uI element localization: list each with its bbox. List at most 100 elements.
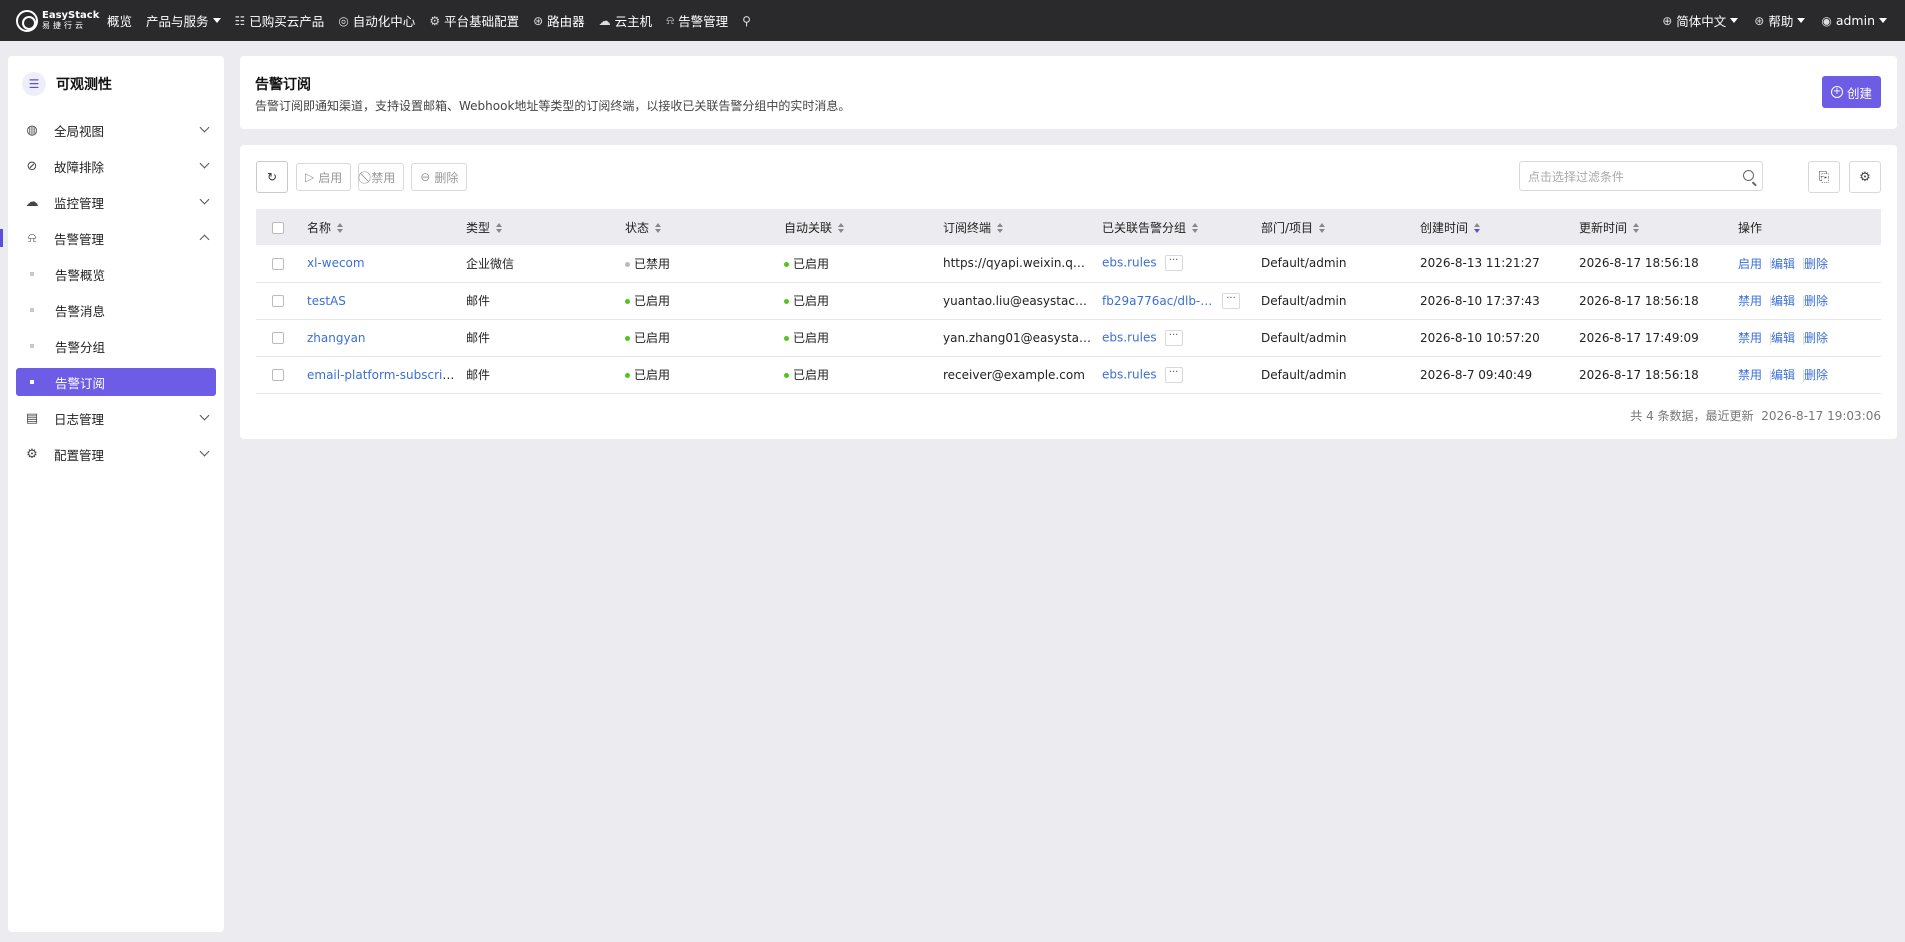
cloud-icon: ☁ <box>598 13 611 28</box>
sort-icon[interactable] <box>655 223 663 233</box>
user-menu[interactable]: ◉ admin <box>1813 0 1895 41</box>
row-group: ebs.rules ··· <box>1102 245 1261 282</box>
row-checkbox[interactable] <box>272 369 284 381</box>
settings-button[interactable]: ⚙ <box>1849 161 1881 193</box>
edit-link[interactable]: 编辑 <box>1771 257 1795 271</box>
disable-link[interactable]: 禁用 <box>1738 294 1762 308</box>
row-auto: 已启用 <box>784 282 943 319</box>
column-header-group[interactable]: 已关联告警分组 <box>1102 209 1261 245</box>
sort-icon[interactable] <box>997 223 1005 233</box>
row-checkbox[interactable] <box>272 295 284 307</box>
row-name-link[interactable]: xl-wecom <box>307 256 365 270</box>
row-name-link[interactable]: testAS <box>307 294 346 308</box>
sidebar-item-troubleshoot[interactable]: ⊘ 故障排除 <box>8 148 224 184</box>
more-groups-button[interactable]: ··· <box>1164 366 1183 383</box>
search-icon[interactable] <box>1743 170 1754 181</box>
bullet-icon <box>30 344 34 348</box>
create-button-label: 创建 <box>1846 85 1872 101</box>
nav-label: 平台基础配置 <box>444 14 520 29</box>
sidebar-item-alarm[interactable]: ⍾ 告警管理 <box>0 220 224 256</box>
refresh-button[interactable]: ↻ <box>256 161 288 193</box>
more-groups-button[interactable]: ··· <box>1164 255 1183 272</box>
column-header-status[interactable]: 状态 <box>625 209 784 245</box>
sort-icon[interactable] <box>838 223 846 233</box>
delete-link[interactable]: 删除 <box>1804 294 1828 308</box>
enable-link[interactable]: 启用 <box>1738 257 1762 271</box>
sort-icon[interactable] <box>337 223 345 233</box>
sort-icon[interactable] <box>1319 223 1327 233</box>
sort-desc-icon[interactable] <box>1474 223 1482 233</box>
disable-link[interactable]: 禁用 <box>1738 368 1762 382</box>
column-label: 已关联告警分组 <box>1102 220 1187 235</box>
delete-button[interactable]: ⊖ 删除 <box>411 163 468 191</box>
edit-link[interactable]: 编辑 <box>1771 294 1795 308</box>
disable-button[interactable]: ⃠禁用 <box>358 163 405 191</box>
create-button[interactable]: + 创建 <box>1821 76 1881 108</box>
pin-button[interactable]: ⚲ <box>735 0 762 41</box>
row-status: 已启用 <box>625 319 784 356</box>
nav-vm[interactable]: ☁ 云主机 <box>592 0 660 41</box>
row-created: 2026-8-13 11:21:27 <box>1420 256 1540 271</box>
column-header-updated[interactable]: 更新时间 <box>1579 209 1738 245</box>
filter-input[interactable]: 点击选择过滤条件 <box>1519 161 1763 191</box>
router-icon: ⊛ <box>533 13 544 28</box>
row-name-link[interactable]: email-platform-subscription <box>307 368 466 382</box>
sort-icon[interactable] <box>496 223 504 233</box>
chevron-down-icon <box>199 122 210 133</box>
easystack-logo[interactable]: EasyStack 易捷行云 <box>0 0 100 41</box>
nav-overview[interactable]: 概览 <box>100 0 139 41</box>
row-auto: 已启用 <box>784 356 943 393</box>
nav-platform-config[interactable]: ⚙ 平台基础配置 <box>422 0 526 41</box>
status-label: 已启用 <box>634 331 671 345</box>
delete-link[interactable]: 删除 <box>1804 257 1828 271</box>
language-icon: ⊕ <box>1662 13 1673 28</box>
group-link[interactable]: ebs.rules <box>1102 330 1157 344</box>
nav-alarm[interactable]: ⍾ 告警管理 <box>659 0 735 41</box>
nav-label: 已购买云产品 <box>249 14 325 29</box>
delete-link[interactable]: 删除 <box>1804 331 1828 345</box>
row-project: Default/admin <box>1261 367 1347 382</box>
help-menu[interactable]: ⊛ 帮助 <box>1746 0 1813 41</box>
row-checkbox[interactable] <box>272 257 284 270</box>
group-link[interactable]: ebs.rules <box>1102 256 1157 270</box>
sidebar-item-config[interactable]: ⚙ 配置管理 <box>8 436 224 472</box>
export-button[interactable]: ⎘ <box>1808 161 1840 193</box>
sidebar-subitem-alarm-messages[interactable]: 告警消息 <box>8 292 224 328</box>
column-header-auto[interactable]: 自动关联 <box>784 209 943 245</box>
user-icon: ◉ <box>1821 13 1832 28</box>
row-checkbox[interactable] <box>272 332 284 344</box>
sidebar-subitem-label: 告警消息 <box>55 303 106 319</box>
language-selector[interactable]: ⊕ 简体中文 <box>1654 0 1746 41</box>
sidebar-subitem-alarm-groups[interactable]: 告警分组 <box>8 328 224 364</box>
row-name-link[interactable]: zhangyan <box>307 331 366 345</box>
sort-icon[interactable] <box>1633 223 1641 233</box>
nav-automation[interactable]: ◎ 自动化中心 <box>331 0 422 41</box>
more-groups-button[interactable]: ··· <box>1164 329 1183 346</box>
column-header-endpoint[interactable]: 订阅终端 <box>943 209 1102 245</box>
enable-button[interactable]: ▷ 启用 <box>296 163 352 191</box>
status-dot-icon <box>784 336 789 341</box>
column-header-name[interactable]: 名称 <box>307 209 466 245</box>
column-header-project[interactable]: 部门/项目 <box>1261 209 1420 245</box>
group-link[interactable]: ebs.rules <box>1102 367 1157 381</box>
edit-link[interactable]: 编辑 <box>1771 368 1795 382</box>
nav-purchased[interactable]: ☷ 已购买云产品 <box>228 0 332 41</box>
disable-link[interactable]: 禁用 <box>1738 331 1762 345</box>
sidebar-item-logs[interactable]: ▤ 日志管理 <box>8 400 224 436</box>
column-header-created[interactable]: 创建时间 <box>1420 209 1579 245</box>
nav-router[interactable]: ⊛ 路由器 <box>526 0 592 41</box>
column-header-actions: 操作 <box>1738 209 1881 245</box>
group-link[interactable]: fb29a776ac/dlb-usage <box>1102 294 1214 308</box>
menu-icon[interactable]: ☰ <box>22 72 46 96</box>
sidebar-item-global-view[interactable]: ◍ 全局视图 <box>8 112 224 148</box>
sidebar-subitem-alarm-subscriptions[interactable]: 告警订阅 <box>16 368 216 396</box>
sidebar-item-monitor[interactable]: ☁ 监控管理 <box>8 184 224 220</box>
sort-icon[interactable] <box>1192 223 1200 233</box>
edit-link[interactable]: 编辑 <box>1771 331 1795 345</box>
column-header-type[interactable]: 类型 <box>466 209 625 245</box>
more-groups-button[interactable]: ··· <box>1222 292 1240 309</box>
select-all-checkbox[interactable] <box>272 221 284 234</box>
nav-products[interactable]: 产品与服务 <box>139 0 228 41</box>
delete-link[interactable]: 删除 <box>1804 368 1828 382</box>
sidebar-subitem-alarm-overview[interactable]: 告警概览 <box>8 256 224 292</box>
